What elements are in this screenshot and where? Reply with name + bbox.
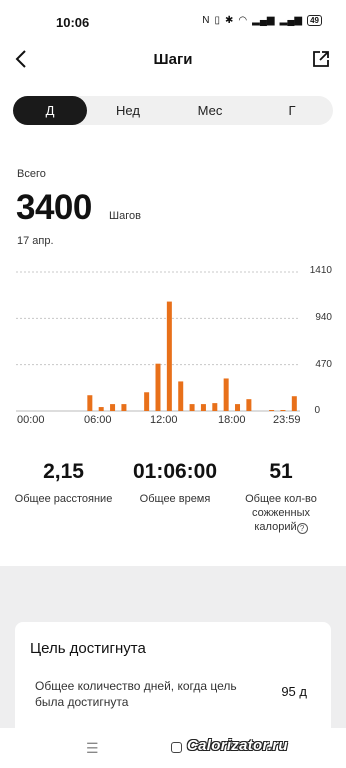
chart-bar[interactable]	[155, 363, 161, 411]
x-tick-label: 00:00	[17, 414, 45, 426]
tab-year[interactable]: Г	[251, 96, 333, 125]
goal-value: 95 д	[281, 684, 307, 699]
calories-label-line: сожженных	[251, 507, 310, 519]
chart-bars	[16, 271, 300, 412]
nfc-icon: N	[202, 15, 210, 26]
chart-bar[interactable]	[121, 404, 127, 411]
status-time: 10:06	[56, 15, 90, 30]
menu-icon[interactable]: ☰	[86, 740, 99, 757]
steps-chart[interactable]: 1410 940 470 0 00:00 06:00 12:00 18:00 2…	[0, 262, 346, 432]
battery-icon: 49	[307, 15, 322, 26]
time-stat: 01:06:00 Общее время	[120, 460, 230, 506]
x-tick-label: 06:00	[84, 414, 112, 426]
chart-bar[interactable]	[212, 403, 218, 411]
tab-week[interactable]: Нед	[87, 96, 169, 125]
chart-bar[interactable]	[87, 395, 93, 411]
total-steps-unit: Шагов	[109, 210, 141, 222]
y-tick-label: 940	[315, 312, 332, 323]
chart-bar[interactable]	[269, 410, 275, 411]
bluetooth-icon: ✱	[225, 15, 234, 26]
status-icons: N ▯ ✱ ◠ ▂▄▆ ▂▄▆ 49	[202, 15, 322, 26]
total-date: 17 апр.	[17, 235, 54, 247]
help-icon[interactable]: ?	[296, 523, 308, 534]
export-icon	[313, 51, 329, 67]
chart-bar[interactable]	[144, 392, 150, 411]
calories-stat: 51 Общее кол-во сожженных калорий?	[230, 460, 332, 534]
export-button[interactable]	[310, 48, 332, 70]
wifi-icon: ◠	[238, 15, 248, 26]
status-bar: 10:06 N ▯ ✱ ◠ ▂▄▆ ▂▄▆ 49	[0, 0, 346, 40]
calories-label-line: Общее кол-во	[245, 493, 317, 505]
chart-bar[interactable]	[291, 396, 297, 411]
signal-icon: ▂▄▆	[252, 15, 275, 26]
chart-bar[interactable]	[166, 301, 172, 411]
distance-value: 2,15	[43, 460, 84, 483]
calories-label-line: калорий?	[230, 520, 332, 534]
chart-bar[interactable]	[246, 399, 252, 411]
calories-label: Общее кол-во сожженных калорий?	[230, 492, 332, 534]
chart-bar[interactable]	[200, 404, 206, 411]
chart-bar[interactable]	[223, 378, 229, 411]
calories-value: 51	[269, 460, 293, 483]
distance-stat: 2,15 Общее расстояние	[6, 460, 121, 506]
goal-description: Общее количество дней, когда цель была д…	[35, 679, 237, 709]
vibrate-icon: ▯	[214, 15, 221, 26]
x-tick-label: 23:59	[273, 414, 301, 426]
chart-bar[interactable]	[280, 410, 286, 411]
y-tick-label: 470	[315, 359, 332, 370]
total-label: Всего	[17, 168, 46, 180]
chart-bar[interactable]	[178, 381, 184, 411]
calories-label-word: калорий	[254, 521, 297, 533]
tab-month[interactable]: Мес	[169, 96, 251, 125]
chart-bar[interactable]	[98, 407, 104, 411]
x-tick-label: 12:00	[150, 414, 178, 426]
x-tick-label: 18:00	[218, 414, 246, 426]
tab-day[interactable]: Д	[13, 96, 87, 125]
time-label: Общее время	[139, 493, 211, 505]
watermark: Calorizator.ru	[187, 737, 288, 754]
signal-icon-2: ▂▄▆	[279, 15, 303, 26]
home-icon[interactable]	[171, 742, 182, 753]
chart-bar[interactable]	[110, 404, 116, 411]
system-nav-bar: ☰	[0, 728, 346, 768]
time-value: 01:06:00	[132, 460, 218, 483]
distance-label: Общее расстояние	[14, 493, 113, 505]
stats-row: 2,15 Общее расстояние 01:06:00 Общее вре…	[0, 460, 346, 540]
y-tick-label: 1410	[309, 265, 332, 276]
y-tick-label: 0	[314, 405, 320, 416]
period-tabs: Д Нед Мес Г	[13, 96, 333, 125]
chart-bar[interactable]	[235, 404, 241, 411]
total-steps-value: 3400	[16, 188, 92, 227]
goal-title: Цель достигнута	[30, 640, 146, 657]
page-title: Шаги	[153, 51, 193, 68]
chart-bar[interactable]	[189, 404, 195, 411]
header: Шаги	[0, 40, 346, 78]
